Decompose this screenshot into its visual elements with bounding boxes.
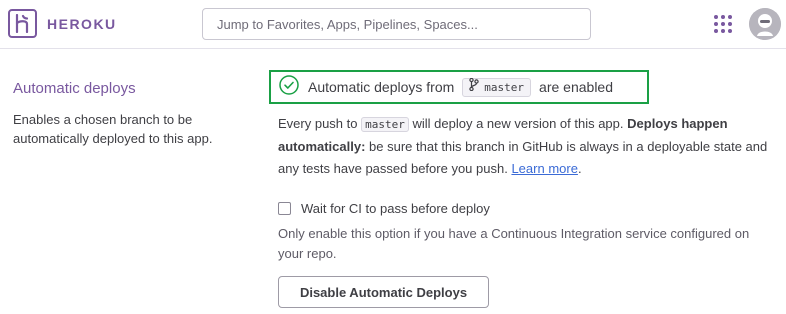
info-part1: Every push to xyxy=(278,116,358,131)
ci-help-text: Only enable this option if you have a Co… xyxy=(278,226,750,261)
learn-more-link[interactable]: Learn more xyxy=(511,161,577,176)
info-end: . xyxy=(577,161,582,176)
section-title: Automatic deploys xyxy=(13,80,136,97)
wait-for-ci-label[interactable]: Wait for CI to pass before deploy xyxy=(301,201,490,216)
auto-deploy-status-banner: Automatic deploys from master are enable… xyxy=(269,70,649,104)
status-prefix: Automatic deploys from xyxy=(308,79,455,95)
git-branch-icon xyxy=(469,77,479,96)
apps-grid-icon[interactable] xyxy=(713,14,733,34)
section-description: Enables a chosen branch to be automatica… xyxy=(13,112,213,146)
user-avatar[interactable] xyxy=(749,8,781,40)
disable-automatic-deploys-button[interactable]: Disable Automatic Deploys xyxy=(278,276,489,308)
heroku-wordmark[interactable]: HEROKU xyxy=(47,16,117,32)
info-branch-code: master xyxy=(361,117,409,132)
check-circle-icon xyxy=(279,74,299,100)
status-suffix: are enabled xyxy=(539,79,613,95)
heroku-logo-icon[interactable] xyxy=(8,9,37,38)
search-input[interactable] xyxy=(202,8,591,40)
wait-for-ci-option[interactable]: Wait for CI to pass before deploy xyxy=(278,201,490,216)
deploy-info-text: Every push to master will deploy a new v… xyxy=(278,113,768,180)
wait-for-ci-checkbox[interactable] xyxy=(278,202,291,215)
branch-name: master xyxy=(484,80,525,94)
branch-pill: master xyxy=(462,77,532,97)
info-part2: will deploy a new version of this app. xyxy=(412,116,624,131)
top-navigation-bar: HEROKU xyxy=(0,0,786,49)
